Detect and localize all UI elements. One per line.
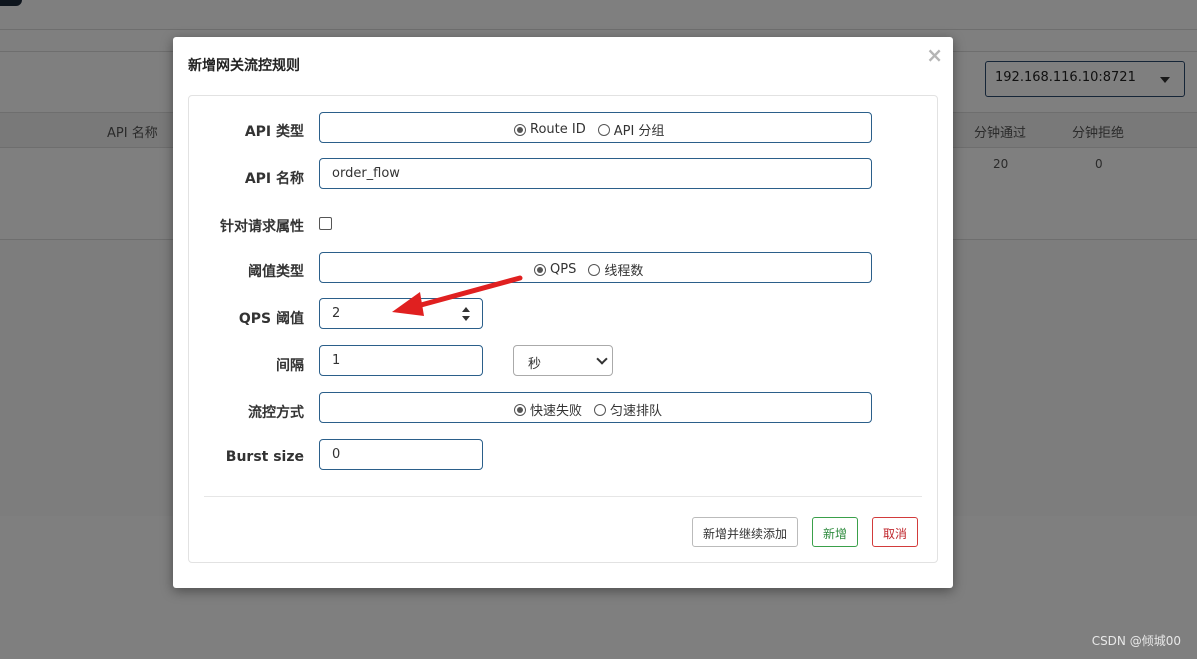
- radio-rate-limiter[interactable]: [594, 403, 607, 416]
- radio-rate-limiter-label: 匀速排队: [610, 404, 663, 419]
- interval-label: 间隔: [276, 358, 304, 374]
- api-name-label: API 名称: [244, 171, 304, 187]
- rule-form: API 类型 Route ID API 分组 API 名称 order_flow…: [188, 95, 938, 563]
- interval-unit-value: 秒: [528, 357, 542, 372]
- add-button[interactable]: 新增: [812, 517, 859, 547]
- api-name-value: order_flow: [332, 166, 400, 181]
- footer-divider: [204, 496, 922, 497]
- api-type-radio-group: Route ID API 分组: [514, 120, 670, 139]
- interval-unit-select[interactable]: 秒: [513, 345, 613, 376]
- radio-fast-fail-label: 快速失败: [530, 404, 583, 419]
- radio-fast-fail[interactable]: [514, 403, 526, 416]
- close-icon[interactable]: ×: [926, 43, 943, 67]
- radio-thread-count-label: 线程数: [604, 264, 644, 279]
- interval-input[interactable]: 1: [319, 345, 483, 376]
- annotation-arrow-icon: [392, 275, 523, 316]
- radio-route-id-label: Route ID: [530, 122, 586, 137]
- threshold-type-label: 阈值类型: [248, 264, 304, 280]
- burst-size-value: 0: [332, 447, 341, 462]
- chevron-down-icon: [596, 353, 608, 365]
- api-type-field: Route ID API 分组: [319, 112, 872, 143]
- control-behavior-field: 快速失败 匀速排队: [319, 392, 872, 423]
- add-gateway-flow-rule-dialog: 新增网关流控规则 × API 类型 Route ID API 分组 API 名称…: [173, 37, 953, 588]
- watermark: CSDN @倾城00: [1091, 634, 1181, 648]
- cancel-button[interactable]: 取消: [872, 517, 919, 547]
- radio-route-id[interactable]: [514, 123, 526, 136]
- qps-threshold-value: 2: [332, 306, 341, 321]
- radio-api-group-label: API 分组: [613, 124, 665, 139]
- burst-size-input[interactable]: 0: [319, 439, 483, 470]
- radio-qps[interactable]: [534, 263, 546, 276]
- api-name-input[interactable]: order_flow: [319, 158, 872, 189]
- radio-qps-label: QPS: [550, 262, 577, 277]
- qps-threshold-label: QPS 阈值: [238, 311, 304, 327]
- radio-api-group[interactable]: [597, 123, 610, 136]
- api-type-label: API 类型: [244, 124, 304, 140]
- radio-thread-count[interactable]: [588, 263, 601, 276]
- interval-value: 1: [332, 353, 341, 368]
- control-behavior-label: 流控方式: [248, 405, 304, 421]
- control-behavior-radio-group: 快速失败 匀速排队: [514, 400, 668, 419]
- dialog-title: 新增网关流控规则: [188, 58, 300, 74]
- request-attr-label: 针对请求属性: [220, 219, 304, 235]
- add-and-continue-button[interactable]: 新增并继续添加: [692, 517, 799, 547]
- burst-size-label: Burst size: [225, 449, 304, 465]
- threshold-type-radio-group: QPS 线程数: [534, 260, 649, 279]
- request-attr-checkbox[interactable]: [319, 217, 332, 230]
